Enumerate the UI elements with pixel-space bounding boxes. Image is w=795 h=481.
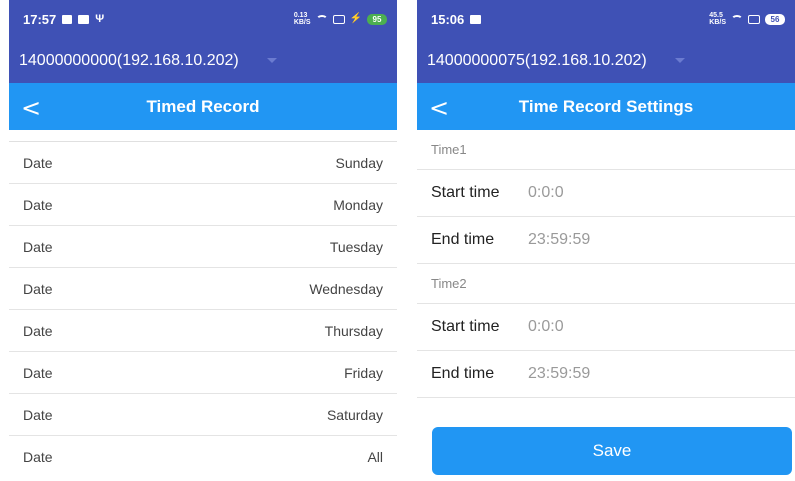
device-id: 14000000075(192.168.10.202): [427, 51, 647, 69]
date-label: Date: [23, 154, 53, 171]
time2-start-row[interactable]: Start time 0:0:0: [417, 304, 795, 351]
screen-icon: [332, 14, 345, 24]
page-title: Timed Record: [146, 96, 260, 116]
time-record-settings-screen: 15:06 45.5 KB/S 56 14000000075(192.168.1…: [417, 0, 795, 481]
wifi-icon: [315, 14, 328, 24]
end-time-value[interactable]: 23:59:59: [528, 365, 590, 383]
back-arrow-icon[interactable]: <: [21, 94, 41, 122]
day-value: Saturday: [326, 406, 383, 423]
day-row[interactable]: Date Tuesday: [9, 226, 397, 268]
battery-icon: 56: [765, 13, 785, 25]
dropdown-arrow-icon: [674, 58, 685, 63]
day-value: Tuesday: [329, 238, 383, 255]
end-time-label: End time: [431, 231, 495, 248]
battery-icon: 95: [367, 13, 387, 25]
end-time-value[interactable]: 23:59:59: [528, 231, 590, 249]
charging-icon: ⚡: [349, 13, 362, 24]
time1-header: Time1: [417, 130, 795, 170]
day-value: All: [367, 449, 383, 465]
status-bar: 15:06 45.5 KB/S 56: [417, 0, 795, 38]
save-button[interactable]: Save: [432, 427, 792, 475]
date-label: Date: [23, 364, 53, 381]
time2-header: Time2: [417, 264, 795, 304]
network-speed: 45.5 KB/S: [709, 12, 726, 26]
status-time: 15:06: [431, 11, 465, 27]
network-speed: 0.13 KB/S: [293, 12, 311, 26]
page-title: Time Record Settings: [518, 96, 694, 116]
date-label: Date: [23, 406, 53, 423]
device-selector[interactable]: 14000000075(192.168.10.202): [417, 38, 795, 83]
day-row[interactable]: Date Friday: [9, 352, 397, 394]
date-label: Date: [23, 196, 53, 213]
day-value: Sunday: [335, 154, 383, 171]
mail-icon: [470, 14, 482, 24]
device-selector[interactable]: 14000000000(192.168.10.202): [9, 38, 397, 83]
timed-record-screen: 17:57 Ψ 0.13 KB/S ⚡ 95 14000000000(192.1…: [9, 0, 397, 481]
title-bar: < Time Record Settings: [417, 83, 795, 130]
date-label: Date: [23, 449, 53, 465]
day-value: Wednesday: [309, 280, 383, 297]
day-value: Thursday: [324, 322, 383, 339]
usb-icon: Ψ: [95, 13, 105, 25]
day-value: Friday: [344, 364, 383, 381]
day-row[interactable]: Date Saturday: [9, 394, 397, 436]
wifi-icon: [731, 14, 743, 24]
end-time-label: End time: [431, 365, 495, 382]
back-arrow-icon[interactable]: <: [429, 94, 449, 122]
dropdown-arrow-icon: [266, 58, 277, 63]
start-time-value[interactable]: 0:0:0: [528, 318, 564, 336]
date-label: Date: [23, 322, 53, 339]
time1-start-row[interactable]: Start time 0:0:0: [417, 170, 795, 217]
day-list: Date Sunday Date Monday Date Tuesday Date Wedne…: [9, 141, 397, 478]
start-time-label: Start time: [431, 184, 500, 201]
status-bar: 17:57 Ψ 0.13 KB/S ⚡ 95: [9, 0, 397, 38]
day-row[interactable]: Date Monday: [9, 184, 397, 226]
day-row[interactable]: Date Sunday: [9, 142, 397, 184]
day-row[interactable]: Date Thursday: [9, 310, 397, 352]
start-time-value[interactable]: 0:0:0: [528, 184, 564, 202]
time1-end-row[interactable]: End time 23:59:59: [417, 217, 795, 264]
start-time-label: Start time: [431, 318, 500, 335]
date-label: Date: [23, 280, 53, 297]
day-row[interactable]: Date All: [9, 436, 397, 478]
device-id: 14000000000(192.168.10.202): [19, 51, 239, 69]
time2-end-row[interactable]: End time 23:59:59: [417, 351, 795, 398]
screen-icon: [748, 14, 760, 24]
title-bar: < Timed Record: [9, 83, 397, 130]
status-time: 17:57: [23, 11, 57, 27]
image-icon: [62, 14, 73, 24]
mail-icon: [78, 14, 90, 24]
day-value: Monday: [333, 196, 383, 213]
date-label: Date: [23, 238, 53, 255]
day-row[interactable]: Date Wednesday: [9, 268, 397, 310]
